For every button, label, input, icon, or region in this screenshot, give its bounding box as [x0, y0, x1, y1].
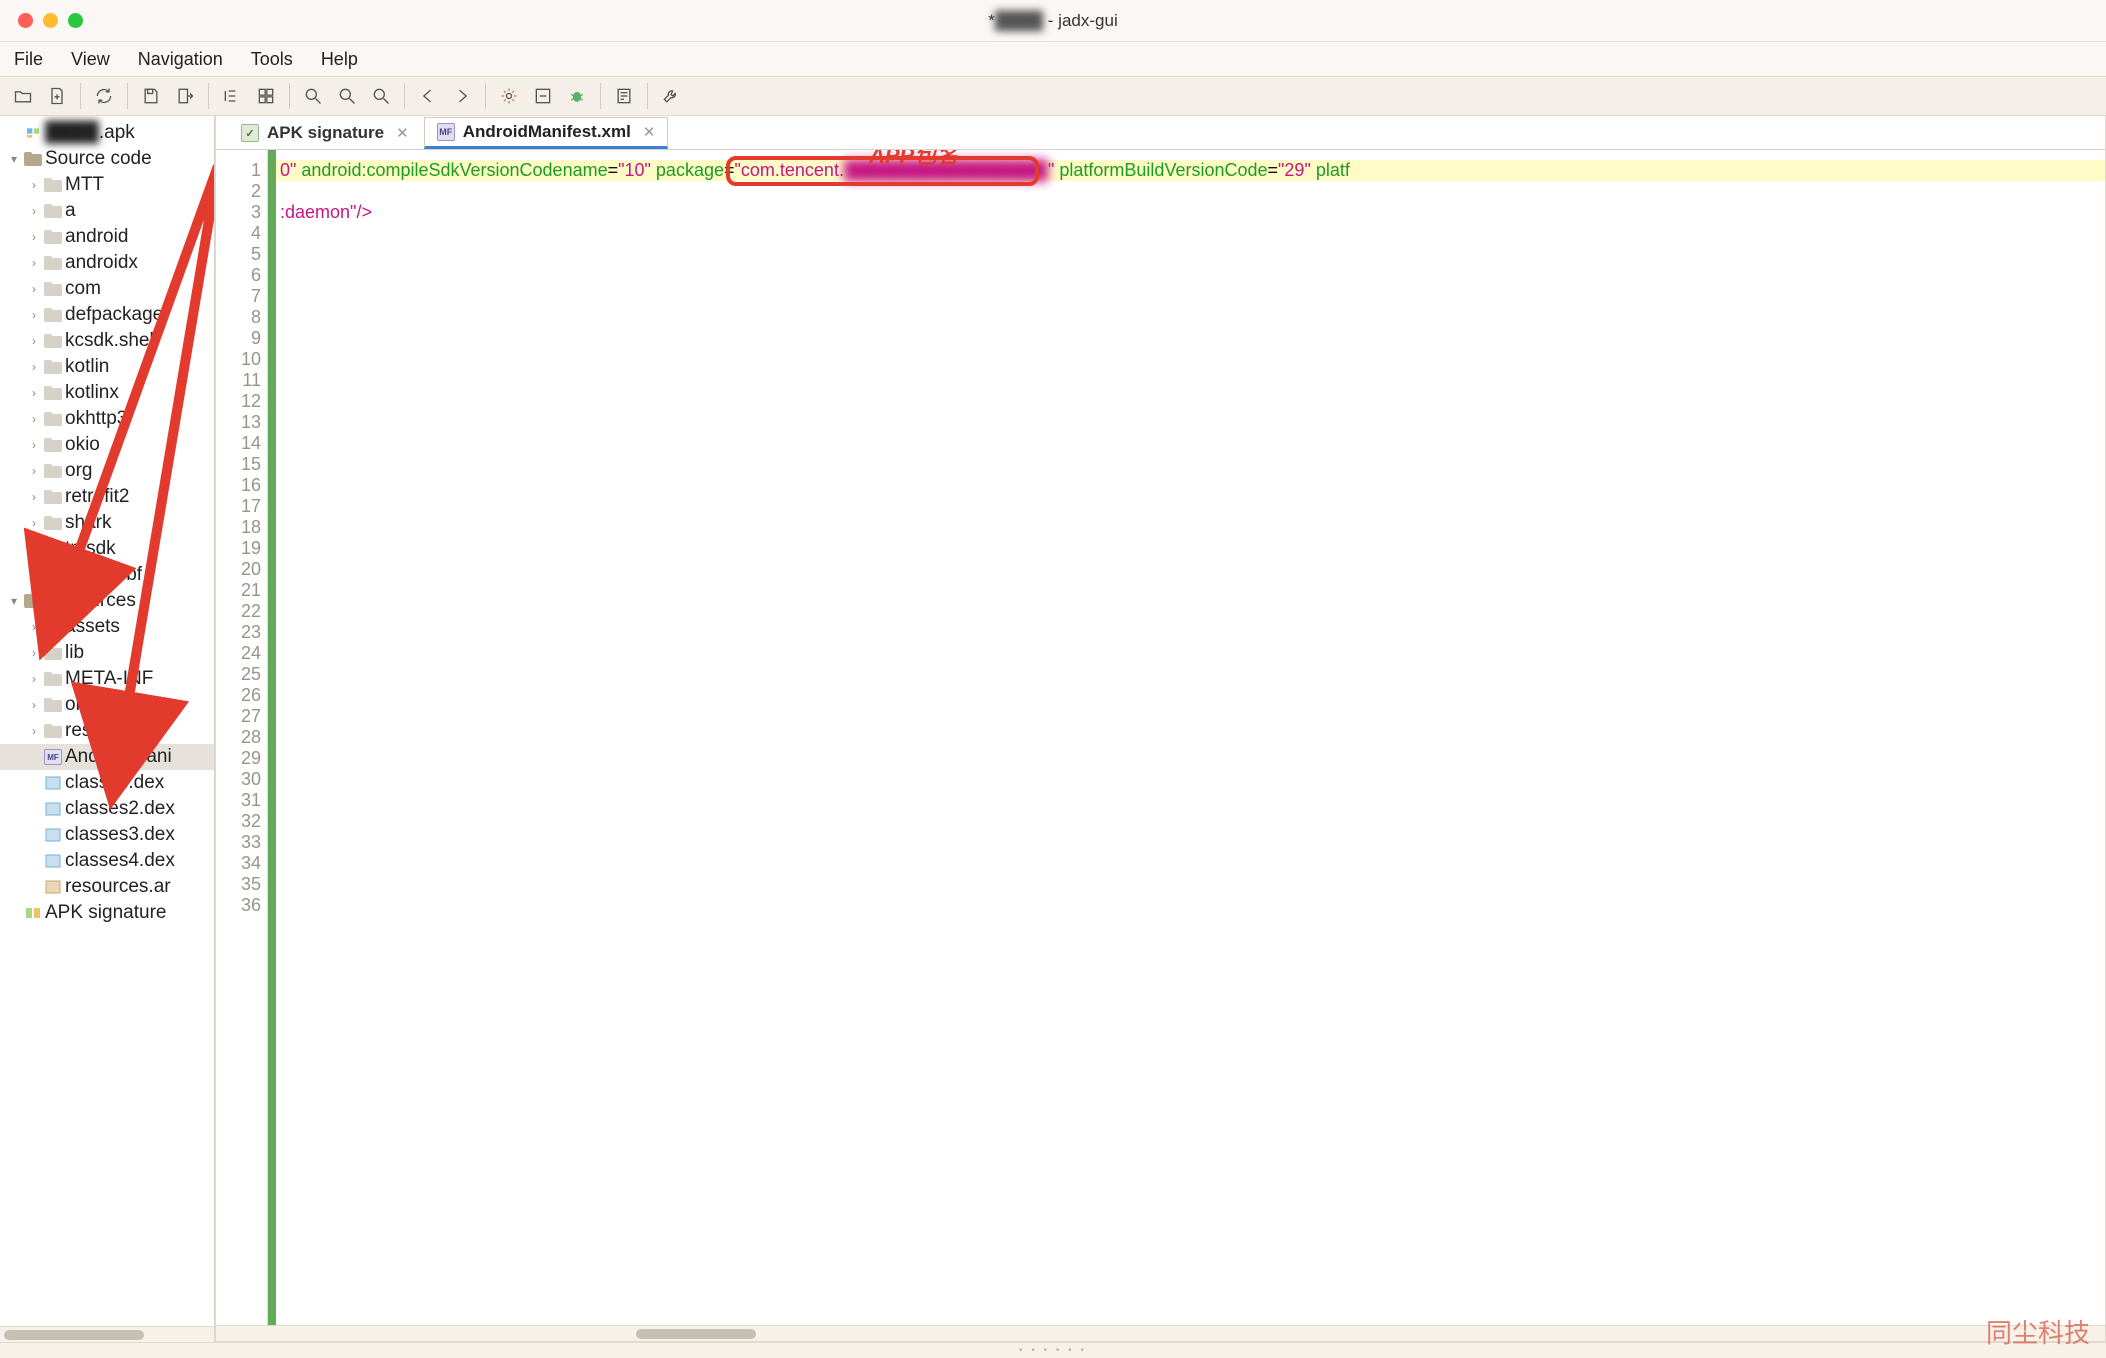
log-icon[interactable] [609, 81, 639, 111]
add-file-icon[interactable] [42, 81, 72, 111]
toolbar-separator [208, 83, 209, 109]
tab-android-manifest[interactable]: MF AndroidManifest.xml ✕ [424, 117, 669, 149]
toolbar-separator [485, 83, 486, 109]
toolbar-separator [600, 83, 601, 109]
find-class-icon[interactable] [366, 81, 396, 111]
export-icon[interactable] [170, 81, 200, 111]
signature-icon: ✓ [241, 124, 259, 142]
sync-flat-icon[interactable] [217, 81, 247, 111]
tab-label: AndroidManifest.xml [463, 122, 631, 142]
tree-package[interactable]: ›androidx [0, 250, 214, 276]
menu-view[interactable]: View [71, 49, 110, 70]
tree-package[interactable]: ›kcsdk.shell [0, 328, 214, 354]
tree-package[interactable]: ›tmsdkobf [0, 562, 214, 588]
window-title: *████ - jadx-gui [0, 11, 2106, 31]
refresh-icon[interactable] [89, 81, 119, 111]
tree-package[interactable]: ›android [0, 224, 214, 250]
toolbar-separator [404, 83, 405, 109]
tree-package[interactable]: ›tmsdk [0, 536, 214, 562]
tree-package[interactable]: ›a [0, 198, 214, 224]
tree-resource-file[interactable]: MFAndroidMani [0, 744, 214, 770]
tree-resource-folder[interactable]: ›META-INF [0, 666, 214, 692]
tree-resource-file[interactable]: resources.ar [0, 874, 214, 900]
tree-package[interactable]: ›com [0, 276, 214, 302]
menu-help[interactable]: Help [321, 49, 358, 70]
search-icon[interactable] [298, 81, 328, 111]
tree-horizontal-scrollbar[interactable] [0, 1326, 214, 1342]
close-icon[interactable]: ✕ [396, 124, 409, 142]
tree-package[interactable]: ›defpackage [0, 302, 214, 328]
toolbar-separator [127, 83, 128, 109]
tree-resource-folder[interactable]: ›assets [0, 614, 214, 640]
open-folder-icon[interactable] [8, 81, 38, 111]
tab-label: APK signature [267, 123, 384, 143]
menu-tools[interactable]: Tools [251, 49, 293, 70]
tree-package[interactable]: ›org [0, 458, 214, 484]
tree-resources[interactable]: ▾Resources [0, 588, 214, 614]
back-icon[interactable] [413, 81, 443, 111]
tree-resource-file[interactable]: classes2.dex [0, 796, 214, 822]
tree-package[interactable]: ›kotlin [0, 354, 214, 380]
tree-root-apk[interactable]: ████.apk [0, 120, 214, 146]
manifest-icon: MF [437, 123, 455, 141]
menu-navigation[interactable]: Navigation [138, 49, 223, 70]
menu-file[interactable]: File [14, 49, 43, 70]
tree-resource-folder[interactable]: ›okhttp3 [0, 692, 214, 718]
tree-resource-folder[interactable]: ›res [0, 718, 214, 744]
tree-resource-file[interactable]: classes.dex [0, 770, 214, 796]
project-tree: ████.apk▾Source code›MTT›a›android›andro… [0, 116, 215, 1342]
code-editor[interactable]: 1234567891011121314151617181920212223242… [216, 150, 2105, 1325]
deobfuscation-icon[interactable] [528, 81, 558, 111]
tree-package[interactable]: ›okhttp3 [0, 406, 214, 432]
close-icon[interactable]: ✕ [643, 123, 656, 141]
save-icon[interactable] [136, 81, 166, 111]
tree-package[interactable]: ›MTT [0, 172, 214, 198]
toolbar-separator [80, 83, 81, 109]
sync-code-icon[interactable] [251, 81, 281, 111]
settings-gear-icon[interactable] [494, 81, 524, 111]
tab-apk-signature[interactable]: ✓ APK signature ✕ [228, 117, 422, 149]
toolbar-separator [289, 83, 290, 109]
wrench-icon[interactable] [656, 81, 686, 111]
margin-bar [268, 150, 276, 1325]
toolbar [0, 76, 2106, 116]
tree-resource-file[interactable]: classes4.dex [0, 848, 214, 874]
forward-icon[interactable] [447, 81, 477, 111]
toolbar-separator [647, 83, 648, 109]
titlebar: *████ - jadx-gui [0, 0, 2106, 42]
editor-tabs: ✓ APK signature ✕ MF AndroidManifest.xml… [216, 116, 2105, 150]
line-number-gutter: 1234567891011121314151617181920212223242… [216, 150, 268, 1325]
tree-package[interactable]: ›okio [0, 432, 214, 458]
tree-source-code[interactable]: ▾Source code [0, 146, 214, 172]
code-content[interactable]: 0" android:compileSdkVersionCodename="10… [276, 150, 2105, 1325]
menubar: File View Navigation Tools Help [0, 42, 2106, 76]
tree-package[interactable]: ›shark [0, 510, 214, 536]
tree-apk-signature[interactable]: APK signature [0, 900, 214, 926]
editor-horizontal-scrollbar[interactable] [216, 1325, 2105, 1341]
tree-resource-file[interactable]: classes3.dex [0, 822, 214, 848]
tree-package[interactable]: ›kotlinx [0, 380, 214, 406]
watermark-text: 同尘科技 [1986, 1313, 2090, 1350]
tree-resource-folder[interactable]: ›lib [0, 640, 214, 666]
tree-package[interactable]: ›retrofit2 [0, 484, 214, 510]
window-resize-grip[interactable]: • • • • • • [0, 1342, 2106, 1358]
bug-icon[interactable] [562, 81, 592, 111]
find-comment-icon[interactable] [332, 81, 362, 111]
